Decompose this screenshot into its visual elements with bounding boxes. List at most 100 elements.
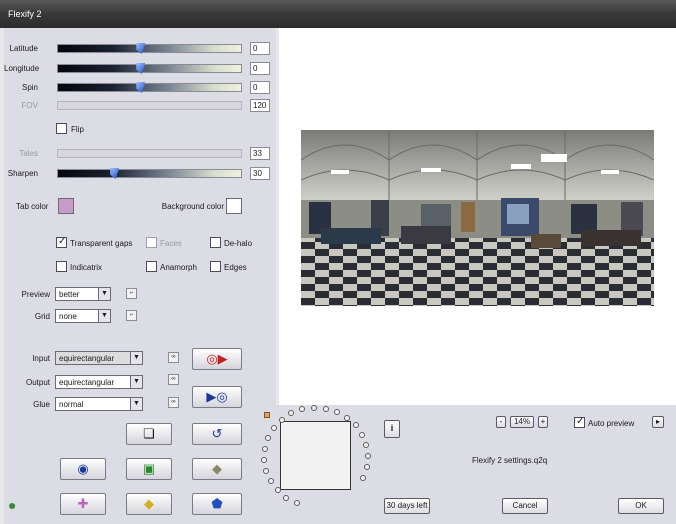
spin-slider[interactable] [57,82,242,93]
chevron-down-icon[interactable]: ▼ [130,398,142,410]
info-button[interactable]: i [384,420,400,438]
input-label: Input [32,354,50,363]
cancel-button[interactable]: Cancel [502,498,548,514]
indicatrix-checkbox[interactable] [56,261,67,272]
polyhedron-button[interactable]: ⬟ [192,493,242,515]
navigator-ring-dot[interactable] [311,404,318,411]
chevron-down-icon[interactable]: ▼ [98,310,110,322]
anamorph-checkbox[interactable] [146,261,157,272]
auto-preview-checkbox[interactable] [574,416,585,428]
background-color-swatch[interactable] [226,198,242,214]
grid-info-icon[interactable]: ⌐ [126,310,137,321]
navigator-ring-dot[interactable] [359,431,366,438]
spin-label: Spin [21,83,38,92]
tab-color-swatch[interactable] [58,198,74,214]
yellow-cube-button[interactable]: ◆ [126,493,172,515]
frame-button[interactable]: ▣ [126,458,172,480]
grid-label: Grid [34,312,50,321]
output-link-icon[interactable]: ∞ [168,374,179,385]
navigator-handle[interactable] [264,412,270,418]
save-preset-button[interactable]: ▶◎ [192,386,242,408]
navigator-ring-dot[interactable] [261,445,268,452]
sharpen-slider[interactable] [57,168,242,179]
spin-thumb[interactable] [136,82,146,93]
zoom-out-button[interactable]: - [496,416,506,428]
preview-quality-select[interactable]: better ▼ [55,287,111,301]
navigator-ring-dot[interactable] [293,499,300,506]
faces-label: Faces [160,239,182,248]
cube-button[interactable]: ◆ [192,458,242,480]
plus-icon: + [540,417,546,426]
navigator-ring-dot[interactable] [270,425,277,432]
trial-days-button[interactable]: 30 days left [384,498,430,514]
navigator-ring-dot[interactable] [334,408,341,415]
chevron-down-icon[interactable]: ▼ [98,288,110,300]
flip-checkbox[interactable] [56,123,67,134]
navigator-ring-dot[interactable] [265,434,272,441]
flexify-logo-icon[interactable]: ● [8,497,16,513]
transparent-gaps-label: Transparent gaps [70,239,133,248]
navigator-ring-dot[interactable] [263,467,270,474]
glue-select[interactable]: normal ▼ [55,397,143,411]
transparent-gaps-checkbox[interactable] [56,236,67,248]
bottom-panel: i - 14% + Auto preview ▸ Flexify 2 setti… [261,404,676,524]
chevron-down-icon[interactable]: ▼ [130,352,142,364]
navigator-ring-dot[interactable] [322,405,329,412]
navigator-ring-dot[interactable] [352,422,359,429]
sharpen-thumb[interactable] [110,168,120,179]
navigator-ring-dot[interactable] [299,406,306,413]
preview-info-icon[interactable]: ⌐ [126,288,137,299]
yellow-cube-icon: ◆ [144,496,154,511]
grid-value: none [59,312,77,321]
latitude-thumb[interactable] [136,43,146,54]
preview-quality-value: better [59,290,80,299]
panorama-preview-image[interactable] [301,130,654,306]
faces-checkbox [146,237,157,248]
glue-link-icon[interactable]: ∞ [168,397,179,408]
background-color-label: Background color [161,202,224,211]
cross-net-button[interactable]: ✚ [60,493,106,515]
navigator-ring-dot[interactable] [363,442,370,449]
navigator-ring-dot[interactable] [261,456,268,463]
latitude-slider[interactable] [57,43,242,54]
random-button[interactable]: ◉ [60,458,106,480]
longitude-thumb[interactable] [136,63,146,74]
longitude-value[interactable]: 0 [250,62,270,75]
dehalo-checkbox[interactable] [210,237,221,248]
navigator-ring-dot[interactable] [364,453,371,460]
preview-options-button[interactable]: ▸ [652,416,664,428]
sharpen-value[interactable]: 30 [250,167,270,180]
edges-checkbox[interactable] [210,261,221,272]
output-label: Output [25,378,50,387]
navigator[interactable] [261,404,386,524]
longitude-label: Longitude [4,64,40,73]
navigator-preview[interactable] [280,421,351,490]
input-link-icon[interactable]: ∞ [168,352,179,363]
longitude-slider[interactable] [57,63,242,74]
undo-button[interactable]: ↺ [192,423,242,445]
latitude-value[interactable]: 0 [250,42,270,55]
grid-select[interactable]: none ▼ [55,309,111,323]
chevron-down-icon[interactable]: ▼ [130,376,142,388]
spin-value[interactable]: 0 [250,81,270,94]
navigator-ring-dot[interactable] [363,464,370,471]
ok-button[interactable]: OK [618,498,664,514]
navigator-ring-dot[interactable] [283,494,290,501]
navigator-ring-dot[interactable] [360,475,367,482]
trial-days-label: 30 days left [386,501,428,510]
zoom-in-button[interactable]: + [538,416,548,428]
input-projection-select[interactable]: equirectangular ▼ [55,351,143,365]
navigator-ring-dot[interactable] [278,416,285,423]
glue-label: Glue [33,400,50,409]
navigator-ring-dot[interactable] [344,414,351,421]
navigator-ring-dot[interactable] [267,478,274,485]
output-projection-select[interactable]: equirectangular ▼ [55,375,143,389]
dehalo-label: De-halo [224,239,253,248]
zoom-level[interactable]: 14% [510,416,534,428]
navigator-ring-dot[interactable] [274,487,281,494]
navigator-ring-dot[interactable] [288,410,295,417]
preview-area[interactable] [279,28,676,405]
ring-icon: ◉ [77,461,89,476]
copy-button[interactable]: ❏ [126,423,172,445]
load-preset-button[interactable]: ◎▶ [192,348,242,370]
